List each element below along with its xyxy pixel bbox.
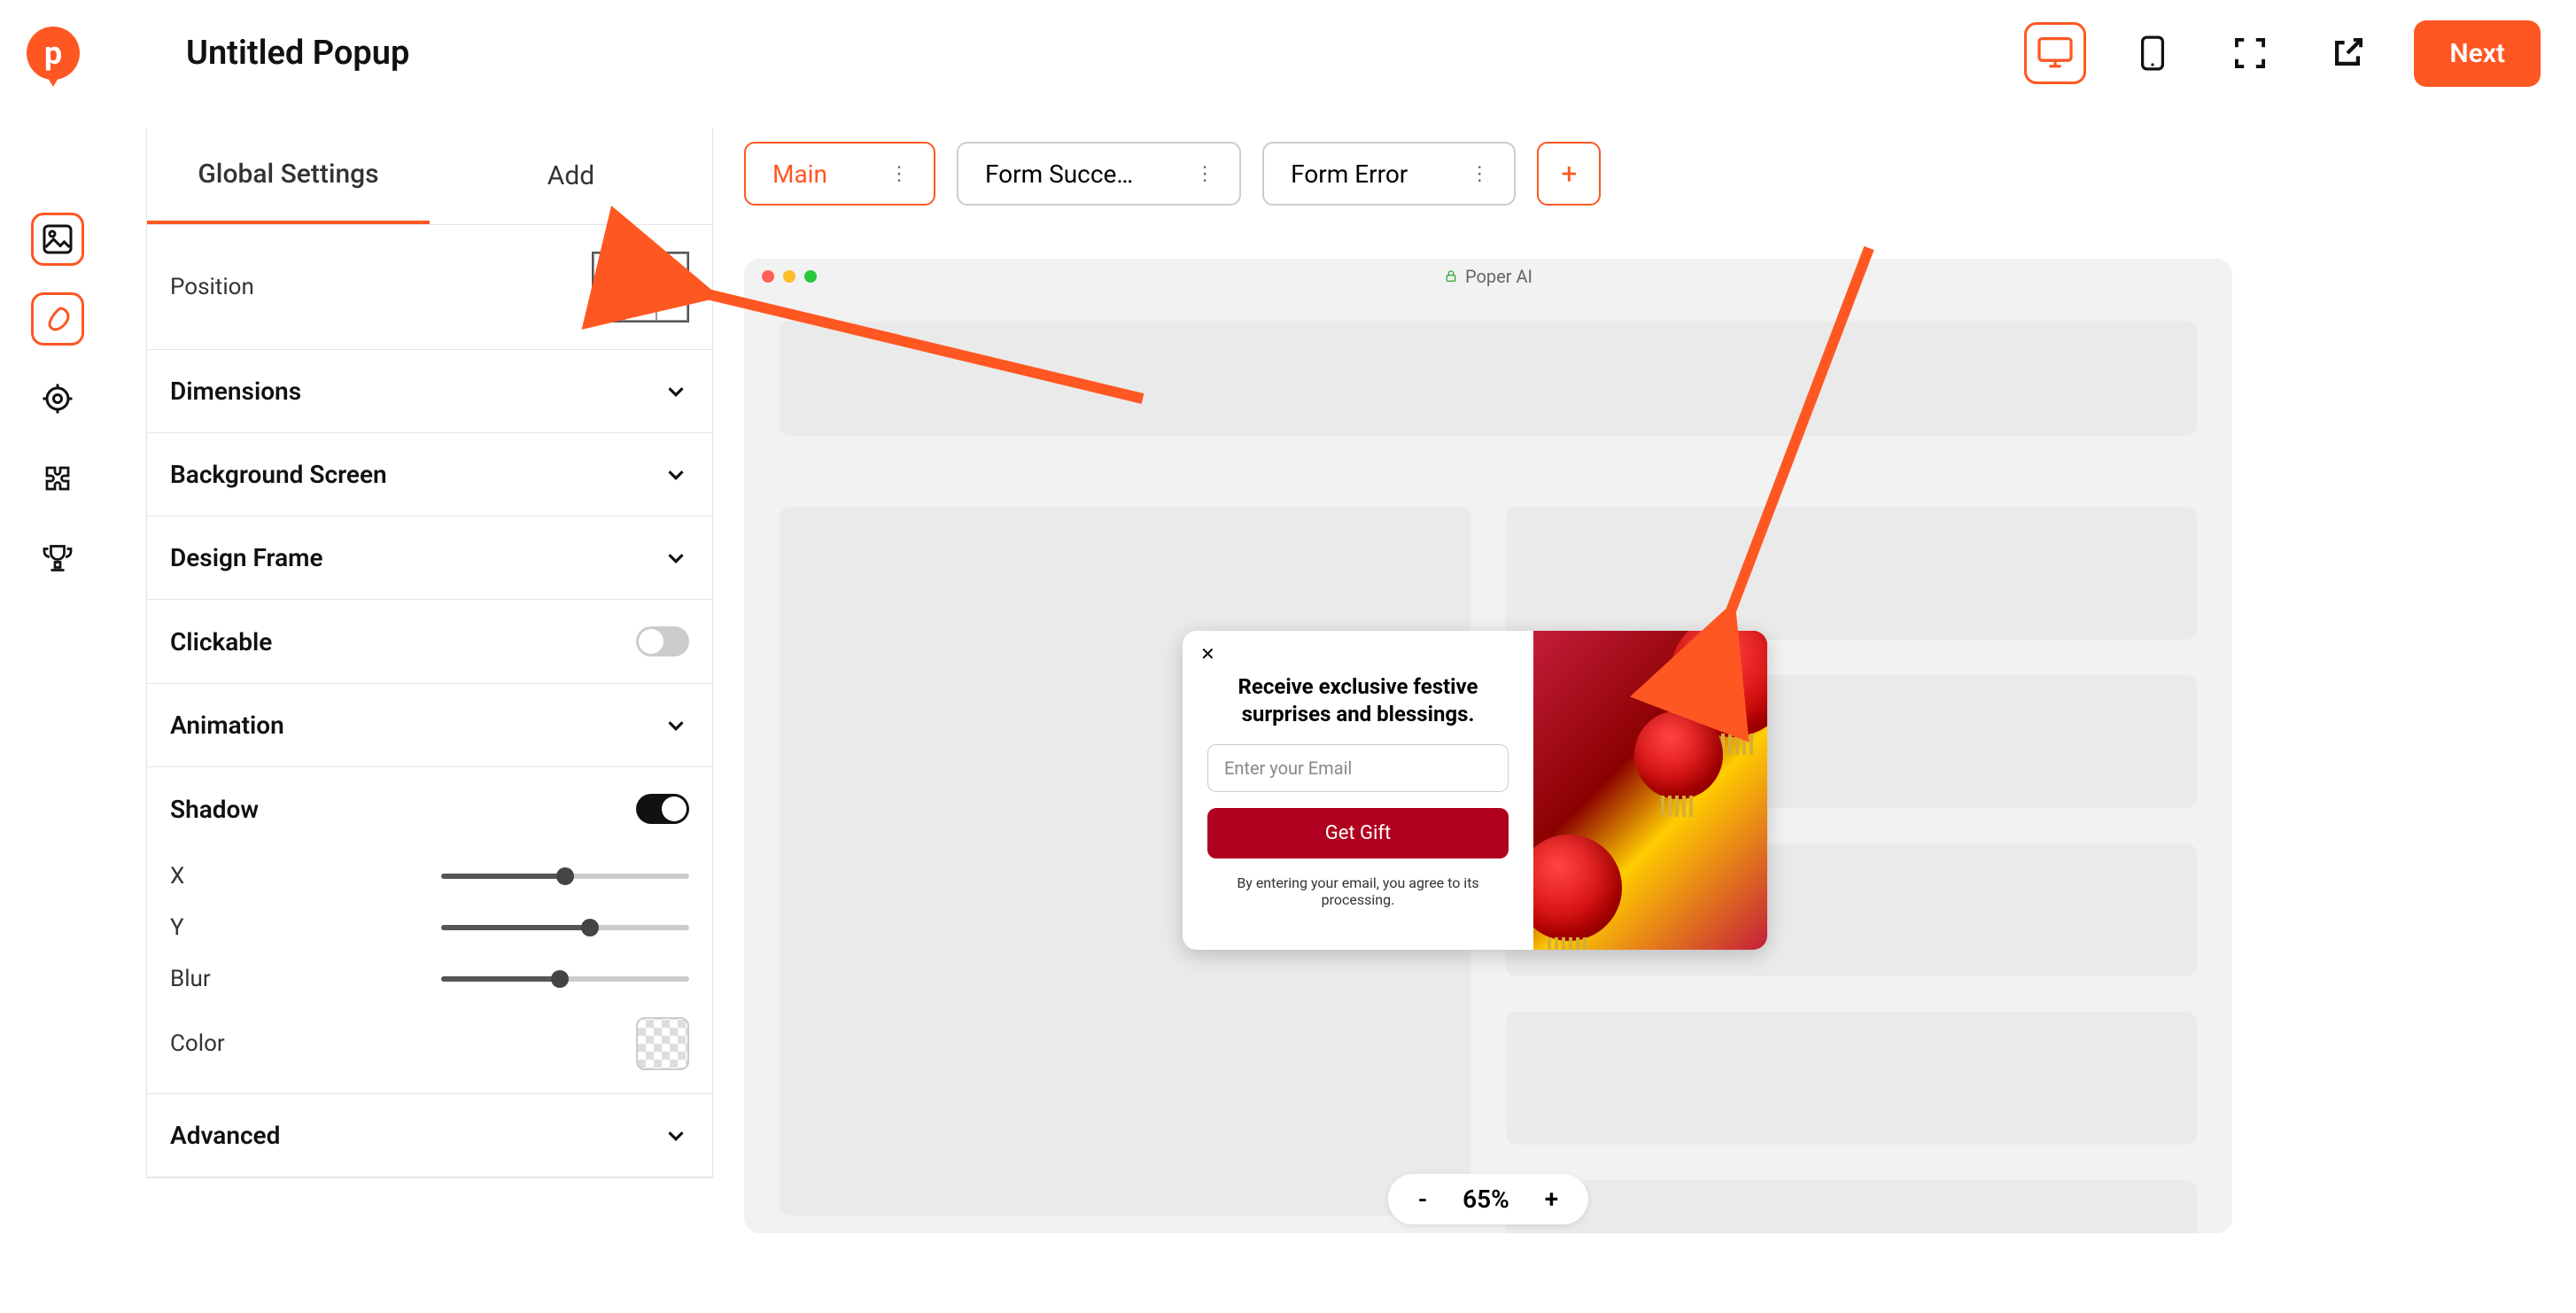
row-shadow: Shadow	[147, 767, 712, 851]
settings-panel: Global Settings Add Position Dimensions …	[146, 128, 713, 1178]
window-dot-red	[762, 270, 774, 283]
email-field[interactable]: Enter your Email	[1207, 744, 1509, 792]
dots-icon[interactable]: ⋮	[1470, 163, 1487, 185]
chevron-down-icon	[663, 712, 689, 739]
clickable-label: Clickable	[170, 627, 272, 656]
state-tabs: Main⋮ Form Succe…⋮ Form Error⋮ +	[744, 142, 2567, 206]
tab-add[interactable]: Add	[430, 128, 712, 224]
add-state-button[interactable]: +	[1537, 142, 1601, 206]
frame-label: Design Frame	[170, 543, 323, 572]
logo-icon: p	[27, 27, 80, 80]
shadow-x-slider[interactable]	[441, 874, 689, 879]
row-advanced[interactable]: Advanced	[147, 1094, 712, 1177]
state-error[interactable]: Form Error⋮	[1262, 142, 1516, 206]
placeholder	[780, 321, 2197, 436]
state-success[interactable]: Form Succe…⋮	[957, 142, 1241, 206]
row-shadow-color: Color	[147, 1005, 712, 1094]
zoom-control: - 65% +	[1388, 1174, 1588, 1224]
rail-brush-icon[interactable]	[31, 292, 84, 346]
external-icon[interactable]	[2316, 22, 2378, 84]
dots-icon[interactable]: ⋮	[889, 163, 907, 185]
row-position: Position	[147, 225, 712, 350]
shadow-toggle[interactable]	[636, 794, 689, 824]
popup-title: Receive exclusive festive surprises and …	[1207, 673, 1509, 728]
shadow-label: Shadow	[170, 795, 259, 824]
rail-target-icon[interactable]	[31, 372, 84, 425]
window-title: Poper AI	[1444, 266, 1532, 287]
chevron-down-icon	[663, 462, 689, 488]
shadow-x-label: X	[170, 863, 184, 890]
popup-left: ✕ Receive exclusive festive surprises an…	[1183, 631, 1533, 950]
left-rail	[27, 213, 89, 585]
header-left: p Untitled Popup	[27, 27, 409, 80]
placeholder	[1506, 1012, 2197, 1145]
close-icon[interactable]: ✕	[1200, 643, 1215, 664]
position-grid[interactable]	[592, 252, 689, 322]
chevron-down-icon	[663, 545, 689, 571]
row-animation[interactable]: Animation	[147, 684, 712, 767]
row-shadow-y: Y	[147, 902, 712, 953]
shadow-y-label: Y	[170, 914, 184, 941]
tab-global-settings[interactable]: Global Settings	[147, 128, 430, 224]
panel-tabs: Global Settings Add	[147, 128, 712, 225]
row-background[interactable]: Background Screen	[147, 433, 712, 517]
shadow-y-slider[interactable]	[441, 925, 689, 930]
shadow-blur-slider[interactable]	[441, 976, 689, 982]
get-gift-button[interactable]: Get Gift	[1207, 808, 1509, 858]
zoom-value: 65%	[1463, 1185, 1509, 1214]
lock-icon	[1444, 269, 1458, 284]
preview-window: Poper AI ✕ Receive exclusive festive sur…	[744, 259, 2232, 1233]
window-bar: Poper AI	[744, 259, 2232, 294]
shadow-blur-label: Blur	[170, 966, 211, 992]
shadow-color-label: Color	[170, 1030, 225, 1057]
clickable-toggle[interactable]	[636, 626, 689, 656]
row-shadow-blur: Blur	[147, 953, 712, 1005]
window-dot-green	[804, 270, 817, 283]
header-right: Next	[2024, 20, 2541, 87]
dimensions-label: Dimensions	[170, 377, 301, 406]
dots-icon[interactable]: ⋮	[1195, 163, 1213, 185]
zoom-in-button[interactable]: +	[1545, 1185, 1558, 1214]
desktop-icon[interactable]	[2024, 22, 2086, 84]
window-dot-yellow	[783, 270, 795, 283]
mobile-icon[interactable]	[2122, 22, 2184, 84]
fullscreen-icon[interactable]	[2219, 22, 2281, 84]
row-dimensions[interactable]: Dimensions	[147, 350, 712, 433]
rail-image-icon[interactable]	[31, 213, 84, 266]
animation-label: Animation	[170, 711, 284, 740]
chevron-down-icon	[663, 378, 689, 405]
placeholder	[1506, 507, 2197, 640]
background-label: Background Screen	[170, 460, 387, 489]
position-label: Position	[170, 274, 254, 300]
state-main[interactable]: Main⋮	[744, 142, 935, 206]
shadow-color-swatch[interactable]	[636, 1017, 689, 1070]
chevron-down-icon	[663, 1123, 689, 1149]
header: p Untitled Popup Next	[0, 0, 2576, 106]
canvas: Main⋮ Form Succe…⋮ Form Error⋮ + Poper A…	[744, 142, 2567, 1313]
placeholder	[1506, 1180, 2197, 1233]
zoom-out-button[interactable]: -	[1418, 1185, 1427, 1214]
rail-puzzle-icon[interactable]	[31, 452, 84, 505]
popup-image	[1533, 631, 1767, 950]
next-button[interactable]: Next	[2414, 20, 2541, 87]
popup-footer: By entering your email, you agree to its…	[1207, 874, 1509, 908]
page-title: Untitled Popup	[186, 34, 409, 73]
row-shadow-x: X	[147, 851, 712, 902]
row-frame[interactable]: Design Frame	[147, 517, 712, 600]
advanced-label: Advanced	[170, 1121, 280, 1150]
popup-preview[interactable]: ✕ Receive exclusive festive surprises an…	[1183, 631, 1767, 950]
row-clickable: Clickable	[147, 600, 712, 684]
rail-trophy-icon[interactable]	[31, 532, 84, 585]
